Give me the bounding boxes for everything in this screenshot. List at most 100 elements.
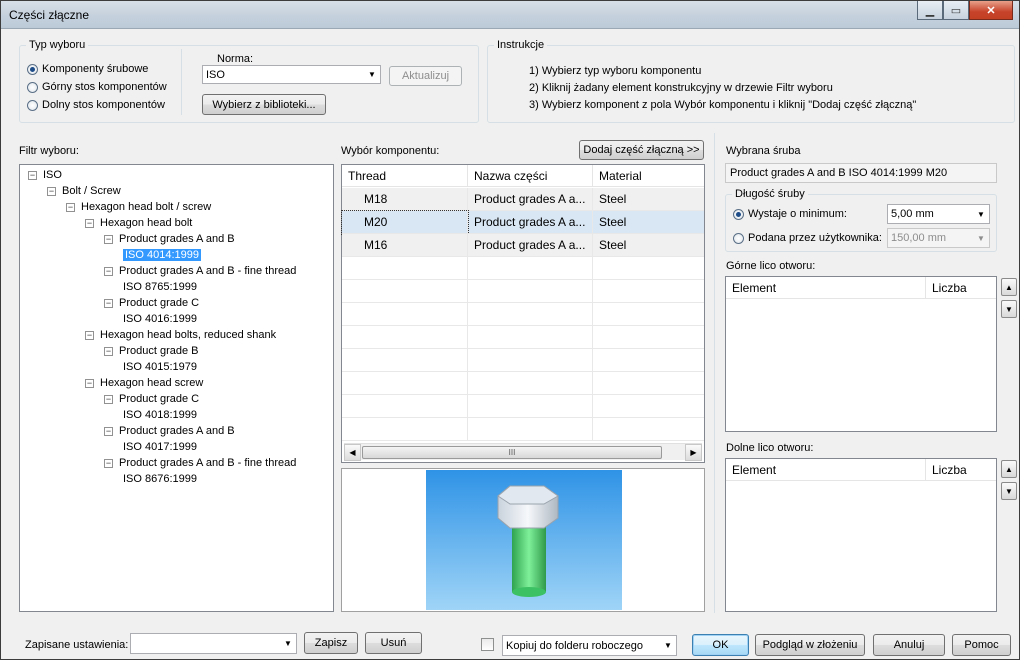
collapse-toggle-icon[interactable]: − <box>47 186 56 196</box>
radio-bolt-components[interactable]: Komponenty śrubowe <box>27 63 148 75</box>
tree-node[interactable]: − Hexagon head bolt / screw <box>66 199 211 215</box>
scroll-right-icon[interactable]: ▶ <box>685 444 702 461</box>
cancel-button[interactable]: Anuluj <box>873 634 945 656</box>
grid-row-empty <box>342 257 704 280</box>
upper-face-list[interactable]: Element Liczba <box>725 276 997 432</box>
tree-node[interactable]: ISO 4018:1999 <box>123 407 197 423</box>
horizontal-scrollbar[interactable]: ◀ III ▶ <box>344 443 702 461</box>
grid-row[interactable]: M20 Product grades A a... Steel <box>341 210 704 235</box>
tree-node[interactable]: − ISO <box>28 167 62 183</box>
grid-cell-thread <box>342 280 468 303</box>
tree-node[interactable]: ISO 4016:1999 <box>123 311 197 327</box>
column-header-material[interactable]: Material <box>593 165 704 187</box>
scroll-left-icon[interactable]: ◀ <box>344 444 361 461</box>
chevron-down-icon: ▼ <box>977 209 985 219</box>
user-length-select[interactable]: 150,00 mm ▼ <box>887 228 990 248</box>
tree-node[interactable]: − Product grades A and B - fine thread <box>104 455 296 471</box>
filter-tree[interactable]: − ISO − Bolt / Screw − Hexagon head bolt / sc… <box>19 164 334 612</box>
radio-upper-stack[interactable]: Górny stos komponentów <box>27 81 167 93</box>
tree-node[interactable]: ISO 4014:1999 <box>123 247 202 263</box>
lower-face-label: Dolne lico otworu: <box>726 442 814 454</box>
instruction-line-2: 2) Kliknij żadany element konstrukcyjny … <box>529 82 833 94</box>
upper-move-up-icon[interactable]: ▲ <box>1001 278 1017 296</box>
collapse-toggle-icon[interactable]: − <box>104 234 113 244</box>
copy-to-workdir-checkbox[interactable] <box>481 638 494 651</box>
choose-from-library-button[interactable]: Wybierz z biblioteki... <box>202 94 326 115</box>
grid-row-empty <box>342 280 704 303</box>
collapse-toggle-icon[interactable]: − <box>66 202 75 212</box>
collapse-toggle-icon[interactable]: − <box>104 346 113 356</box>
radio-protrude-minimum[interactable]: Wystaje o minimum: <box>733 208 847 220</box>
grid-cell-name: Product grades A a... <box>468 188 593 211</box>
protrude-minimum-value: 5,00 mm <box>891 208 934 220</box>
tree-node[interactable]: − Bolt / Screw <box>47 183 121 199</box>
window-title: Części złączne <box>9 8 90 22</box>
grid-row-empty <box>342 349 704 372</box>
radio-user-length[interactable]: Podana przez użytkownika: <box>733 232 882 244</box>
column-header-part-name[interactable]: Nazwa części <box>468 165 593 187</box>
grid-cell-material <box>593 395 704 418</box>
tree-node[interactable]: − Hexagon head screw <box>85 375 203 391</box>
update-button[interactable]: Aktualizuj <box>389 66 462 86</box>
minimize-icon[interactable]: ▁ <box>917 1 943 20</box>
column-header-count[interactable]: Liczba <box>926 277 996 299</box>
maximize-icon[interactable]: ▭ <box>943 1 969 20</box>
grid-row-empty <box>342 326 704 349</box>
delete-settings-button[interactable]: Usuń <box>365 632 422 654</box>
ok-button[interactable]: OK <box>692 634 749 656</box>
add-fastener-button[interactable]: Dodaj część złączną >> <box>579 140 704 160</box>
user-length-value: 150,00 mm <box>891 232 947 244</box>
column-header-count[interactable]: Liczba <box>926 459 996 481</box>
tree-node[interactable]: ISO 4017:1999 <box>123 439 197 455</box>
help-button[interactable]: Pomoc <box>952 634 1011 656</box>
tree-node-label: Bolt / Screw <box>62 185 121 197</box>
lower-move-up-icon[interactable]: ▲ <box>1001 460 1017 478</box>
column-header-element[interactable]: Element <box>726 459 926 481</box>
tree-node[interactable]: ISO 4015:1979 <box>123 359 197 375</box>
norma-select[interactable]: ISO ▼ <box>202 65 381 84</box>
tree-node[interactable]: − Product grades A and B - fine thread <box>104 263 296 279</box>
collapse-toggle-icon[interactable]: − <box>85 378 94 388</box>
collapse-toggle-icon[interactable]: − <box>104 394 113 404</box>
scroll-thumb[interactable]: III <box>362 446 662 459</box>
grid-row-empty <box>342 303 704 326</box>
radio-label: Podana przez użytkownika: <box>748 232 882 244</box>
tree-node[interactable]: − Product grades A and B <box>104 423 235 439</box>
collapse-toggle-icon[interactable]: − <box>28 170 37 180</box>
lower-move-down-icon[interactable]: ▼ <box>1001 482 1017 500</box>
tree-node[interactable]: − Hexagon head bolt <box>85 215 192 231</box>
save-settings-button[interactable]: Zapisz <box>304 632 358 654</box>
radio-icon <box>27 99 38 111</box>
title-bar[interactable]: Części złączne ▁ ▭ ✕ <box>1 1 1019 29</box>
tree-node[interactable]: ISO 8765:1999 <box>123 279 197 295</box>
tree-node[interactable]: − Product grade B <box>104 343 199 359</box>
saved-settings-select[interactable]: ▼ <box>130 633 297 654</box>
collapse-toggle-icon[interactable]: − <box>104 458 113 468</box>
grid-row[interactable]: M18 Product grades A a... Steel <box>342 188 704 211</box>
component-grid[interactable]: Thread Nazwa części Material M18 Product … <box>341 164 705 463</box>
radio-icon <box>27 63 38 75</box>
copy-to-workdir-select[interactable]: Kopiuj do folderu roboczego ▼ <box>502 635 677 656</box>
close-icon[interactable]: ✕ <box>969 1 1013 20</box>
grid-row[interactable]: M16 Product grades A a... Steel <box>342 234 704 257</box>
collapse-toggle-icon[interactable]: − <box>104 426 113 436</box>
column-header-thread[interactable]: Thread <box>342 165 468 187</box>
tree-node[interactable]: − Hexagon head bolts, reduced shank <box>85 327 276 343</box>
lower-face-list[interactable]: Element Liczba <box>725 458 997 612</box>
upper-face-header: Element Liczba <box>726 277 996 299</box>
grid-cell-material <box>593 372 704 395</box>
tree-node[interactable]: − Product grades A and B <box>104 231 235 247</box>
collapse-toggle-icon[interactable]: − <box>104 266 113 276</box>
tree-node[interactable]: ISO 8676:1999 <box>123 471 197 487</box>
tree-node[interactable]: − Product grade C <box>104 295 199 311</box>
saved-settings-label: Zapisane ustawienia: <box>25 639 129 651</box>
tree-node[interactable]: − Product grade C <box>104 391 199 407</box>
protrude-minimum-select[interactable]: 5,00 mm ▼ <box>887 204 990 224</box>
column-header-element[interactable]: Element <box>726 277 926 299</box>
upper-move-down-icon[interactable]: ▼ <box>1001 300 1017 318</box>
preview-in-assembly-button[interactable]: Podgląd w złożeniu <box>755 634 865 656</box>
collapse-toggle-icon[interactable]: − <box>85 218 94 228</box>
collapse-toggle-icon[interactable]: − <box>85 330 94 340</box>
radio-lower-stack[interactable]: Dolny stos komponentów <box>27 99 165 111</box>
collapse-toggle-icon[interactable]: − <box>104 298 113 308</box>
